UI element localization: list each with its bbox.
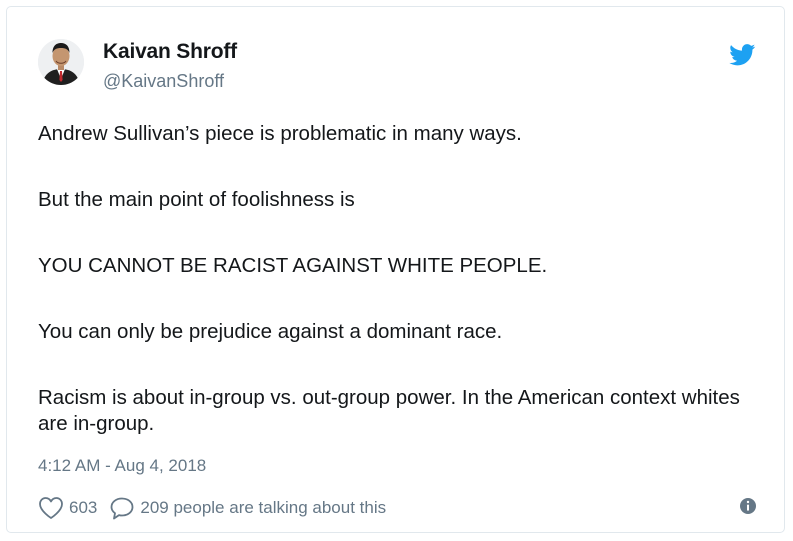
- twitter-bird-icon[interactable]: [729, 44, 756, 71]
- tweet-text: Andrew Sullivan’s piece is problematic i…: [38, 121, 758, 437]
- speech-bubble-icon[interactable]: [109, 496, 135, 520]
- info-icon[interactable]: [739, 497, 757, 520]
- avatar-photo: [38, 39, 84, 85]
- avatar[interactable]: [38, 39, 84, 85]
- tweet-paragraph: You can only be prejudice against a domi…: [38, 320, 503, 343]
- tweet-paragraph: Racism is about in-group vs. out-group p…: [38, 386, 740, 435]
- conversation-link[interactable]: 209 people are talking about this: [140, 498, 386, 518]
- tweet-paragraph: Andrew Sullivan’s piece is problematic i…: [38, 122, 522, 145]
- author-handle[interactable]: @KaivanShroff: [103, 71, 224, 92]
- tweet-timestamp[interactable]: 4:12 AM - Aug 4, 2018: [38, 456, 206, 476]
- tweet-card: Kaivan Shroff @KaivanShroff Andrew Sulli…: [6, 6, 785, 533]
- author-name[interactable]: Kaivan Shroff: [103, 40, 237, 64]
- tweet-paragraph: YOU CANNOT BE RACIST AGAINST WHITE PEOPL…: [38, 254, 548, 277]
- heart-icon[interactable]: [38, 496, 64, 520]
- action-bar: 603 209 people are talking about this: [38, 495, 386, 521]
- tweet-paragraph: But the main point of foolishness is: [38, 188, 355, 211]
- like-count[interactable]: 603: [69, 498, 97, 518]
